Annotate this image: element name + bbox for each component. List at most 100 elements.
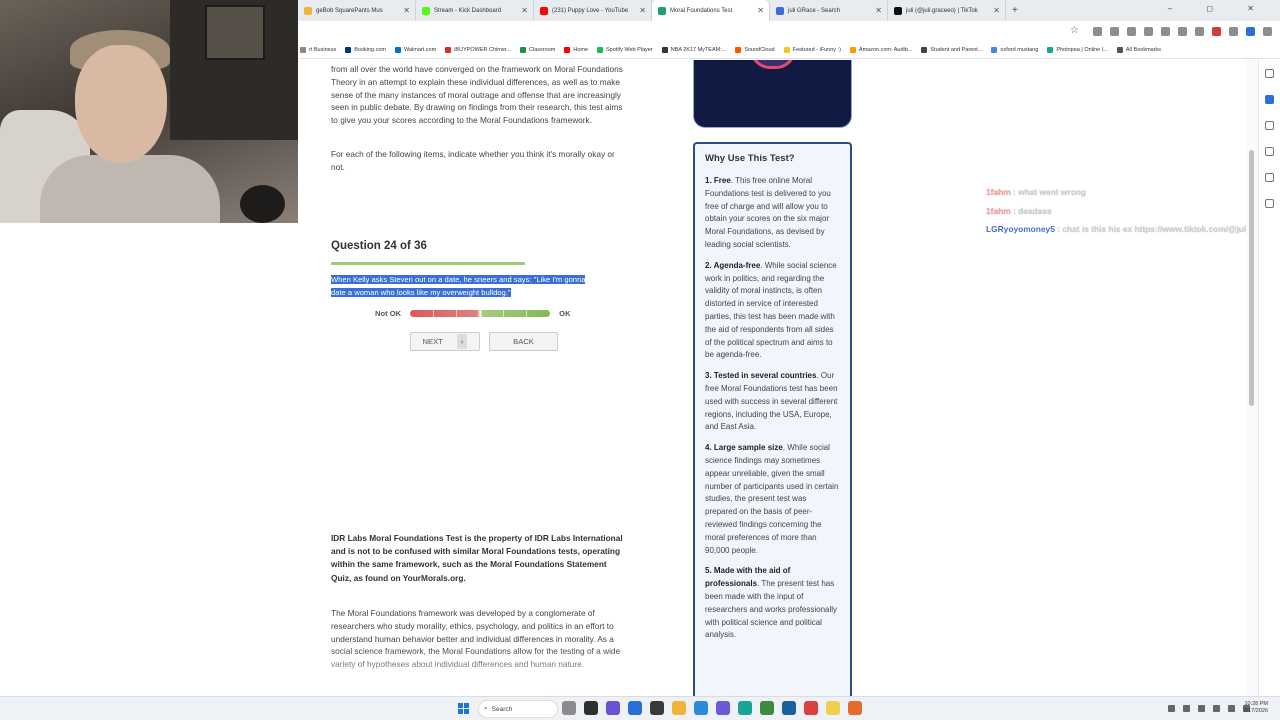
bookmark-favicon-icon: [520, 47, 527, 53]
scale-left-label: Not OK: [375, 309, 402, 318]
bookmark-item[interactable]: Student and Parent...: [921, 47, 982, 53]
app-icon[interactable]: [584, 701, 598, 715]
extension-icon[interactable]: [1127, 27, 1136, 36]
window-controls[interactable]: – ◻ ✕: [1168, 4, 1270, 13]
page-scrollbar[interactable]: [1246, 60, 1258, 696]
scrollbar-thumb[interactable]: [1249, 150, 1254, 406]
bookmark-item[interactable]: Photopea | Online I...: [1047, 47, 1108, 53]
browser-tab[interactable]: Stream - Kick Dashboard ✕: [416, 0, 534, 21]
bookmark-star-icon[interactable]: ☆: [1070, 25, 1079, 36]
sidebar-games-icon[interactable]: [1265, 199, 1274, 208]
sidebar-search-icon[interactable]: [1265, 69, 1274, 78]
bookmark-item[interactable]: Featured - iFunny :): [783, 47, 841, 53]
bookmark-label: Home: [573, 47, 589, 53]
slider-tick[interactable]: [480, 310, 482, 317]
bookmark-label: iBUYPOWER Chimer...: [454, 47, 512, 53]
bookmark-item[interactable]: iBUYPOWER Chimer...: [445, 47, 511, 53]
sidebar-tag-icon[interactable]: [1265, 173, 1274, 182]
bookmark-favicon-icon: [564, 47, 571, 53]
extension-icon[interactable]: [1178, 27, 1187, 36]
browser-tab[interactable]: (231) Puppy Love - YouTube ✕: [534, 0, 652, 21]
next-button[interactable]: NEXT ›: [410, 332, 480, 351]
tray-icon[interactable]: [1198, 705, 1205, 712]
app-icon[interactable]: [716, 701, 730, 715]
browser-tab[interactable]: juli (@juli.graceeo) | TikTok ✕: [888, 0, 1006, 21]
browser-tab-active[interactable]: Moral Foundations Test ✕: [652, 0, 770, 21]
close-tab-icon[interactable]: ✕: [875, 6, 882, 15]
extension-icon[interactable]: [1093, 27, 1102, 36]
taskbar-search[interactable]: ⌕ Search: [478, 700, 558, 718]
back-button[interactable]: BACK: [489, 332, 558, 351]
bookmark-favicon-icon: [300, 47, 306, 53]
why-item-head: 4. Large sample size: [705, 443, 783, 453]
extension-icon[interactable]: [1110, 27, 1119, 36]
bookmark-item[interactable]: Amazon.com: Audib...: [849, 47, 913, 53]
chrome-icon[interactable]: [826, 701, 840, 715]
all-bookmarks[interactable]: All Bookmarks: [1116, 47, 1161, 53]
bookmark-favicon-icon: [921, 47, 928, 53]
shield-icon[interactable]: [1246, 27, 1255, 36]
tray-icon[interactable]: [1168, 705, 1175, 712]
extension-icon[interactable]: [1212, 27, 1221, 36]
extension-icon[interactable]: [1144, 27, 1153, 36]
browser-tab[interactable]: juli GRace - Search ✕: [770, 0, 888, 21]
chat-username: LGRyoyomoney5: [986, 224, 1055, 234]
clock-date: 3/17/2026: [1243, 708, 1268, 714]
app-icon[interactable]: [738, 701, 752, 715]
extension-icon[interactable]: [1195, 27, 1204, 36]
bookmark-item[interactable]: Walmart.com: [395, 47, 436, 53]
close-tab-icon[interactable]: ✕: [521, 6, 528, 15]
close-tab-icon[interactable]: ✕: [993, 6, 1000, 15]
bookmark-favicon-icon: [849, 47, 856, 53]
bookmark-item[interactable]: Spotify Web Player: [597, 47, 653, 53]
bookmark-label: Student and Parent...: [930, 47, 983, 53]
answer-slider[interactable]: [410, 310, 551, 317]
volume-icon[interactable]: [1228, 705, 1235, 712]
slider-tick[interactable]: [526, 310, 528, 317]
answer-scale: Not OK OK: [375, 309, 571, 318]
file-explorer-icon[interactable]: [672, 701, 686, 715]
app-icon[interactable]: [804, 701, 818, 715]
menu-icon[interactable]: [1263, 27, 1272, 36]
extension-icon[interactable]: [1161, 27, 1170, 36]
slider-tick[interactable]: [433, 310, 435, 317]
app-icon[interactable]: [606, 701, 620, 715]
close-tab-icon[interactable]: ✕: [403, 6, 410, 15]
bookmark-label: rt Business: [309, 47, 337, 53]
app-icon[interactable]: [760, 701, 774, 715]
slider-tick[interactable]: [456, 310, 458, 317]
intro-paragraph: from all over the world have converged o…: [331, 64, 623, 126]
bookmark-item[interactable]: SoundCloud: [735, 47, 775, 53]
browser-tab[interactable]: geBob SquarePants Mus ✕: [298, 0, 416, 21]
chat-username: 1fahm: [986, 205, 1011, 216]
close-tab-icon[interactable]: ✕: [639, 6, 646, 15]
clock[interactable]: 10:28 PM 3/17/2026: [1244, 701, 1268, 715]
bookmark-item[interactable]: rt Business: [300, 47, 336, 53]
bookmark-item[interactable]: oxford mustang: [991, 47, 1038, 53]
new-tab-button[interactable]: +: [1012, 5, 1018, 16]
close-tab-icon[interactable]: ✕: [757, 6, 764, 15]
tray-icon[interactable]: [1183, 705, 1190, 712]
start-button-icon[interactable]: [458, 703, 469, 714]
app-icon[interactable]: [650, 701, 664, 715]
bookmark-item[interactable]: Home: [564, 47, 588, 53]
tab-label: juli (@juli.graceeo) | TikTok: [906, 7, 978, 14]
task-view-icon[interactable]: [562, 701, 576, 715]
sidebar-outlook-icon[interactable]: [1265, 95, 1274, 104]
wifi-icon[interactable]: [1213, 705, 1220, 712]
app-icon[interactable]: [628, 701, 642, 715]
bookmark-favicon-icon: [783, 47, 790, 53]
bookmark-label: Amazon.com: Audib...: [858, 47, 913, 53]
app-icon[interactable]: [848, 701, 862, 715]
sidebar-edit-icon[interactable]: [1265, 147, 1274, 156]
app-icon[interactable]: [782, 701, 796, 715]
browser-toolbar: ☆: [298, 21, 1280, 42]
slider-tick[interactable]: [503, 310, 505, 317]
windows-taskbar: ⌕ Search 10:28 PM 3/17/2026: [0, 696, 1280, 720]
bookmark-item[interactable]: Booking.com: [345, 47, 386, 53]
sidebar-tools-icon[interactable]: [1265, 121, 1274, 130]
profile-icon[interactable]: [1229, 27, 1238, 36]
bookmark-item[interactable]: NBA 2K17 MyTEAM:...: [661, 47, 726, 53]
edge-icon[interactable]: [694, 701, 708, 715]
bookmark-item[interactable]: Classroom: [520, 47, 555, 53]
